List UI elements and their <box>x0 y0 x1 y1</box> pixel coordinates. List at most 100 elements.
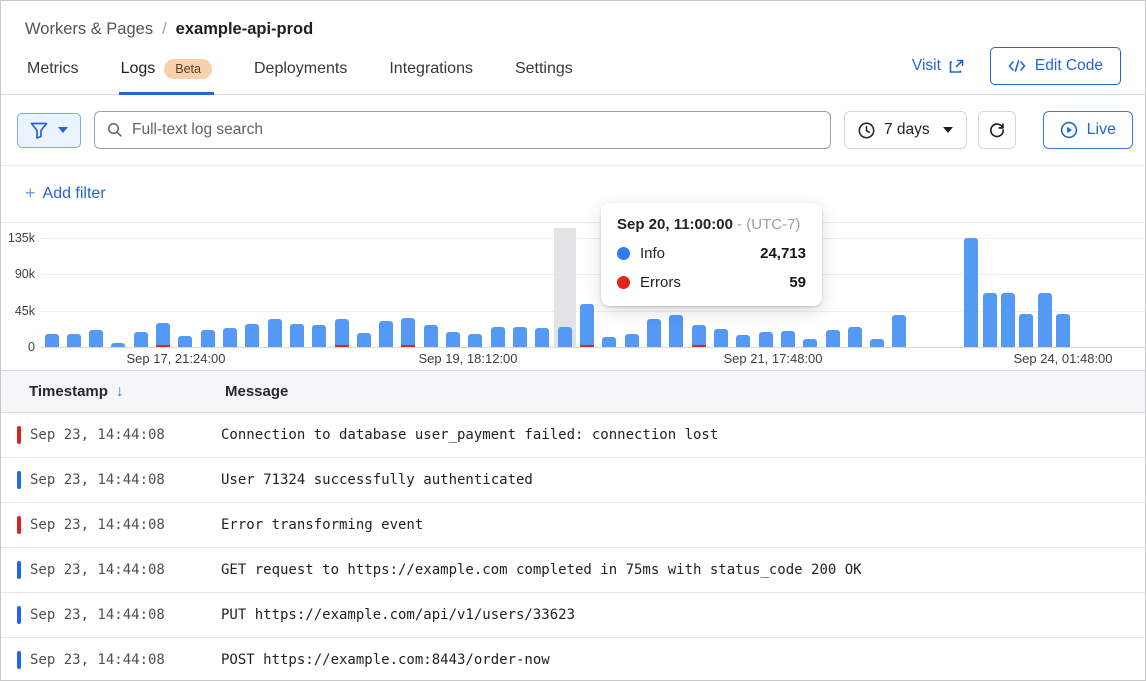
log-row[interactable]: Sep 23, 14:44:08 Error transforming even… <box>1 503 1145 548</box>
chart-bar[interactable] <box>156 323 170 347</box>
table-body: Sep 23, 14:44:08 Connection to database … <box>1 413 1145 681</box>
x-axis-tick: Sep 17, 21:24:00 <box>126 351 225 366</box>
chart-bar[interactable] <box>1001 293 1015 347</box>
tab-label: Settings <box>515 60 573 78</box>
chart-bar[interactable] <box>692 325 706 347</box>
log-message: GET request to https://example.com compl… <box>221 562 862 578</box>
chart-tooltip: Sep 20, 11:00:00 - (UTC-7) Info24,713Err… <box>601 203 822 306</box>
search-input[interactable] <box>132 121 818 139</box>
log-message: PUT https://example.com/api/v1/users/336… <box>221 607 575 623</box>
visit-link[interactable]: Visit <box>912 57 964 75</box>
log-table: Timestamp ↓ Message Sep 23, 14:44:08 Con… <box>1 370 1145 681</box>
log-timestamp: Sep 23, 14:44:08 <box>21 517 221 533</box>
chart-bar[interactable] <box>178 336 192 347</box>
clock-icon <box>858 122 875 139</box>
chart-bar[interactable] <box>602 337 616 347</box>
chart-bar[interactable] <box>134 332 148 347</box>
chart-bar[interactable] <box>964 238 978 347</box>
chart-bar[interactable] <box>111 343 125 347</box>
chart-bar[interactable] <box>1019 314 1033 347</box>
add-filter-row: + Add filter <box>1 166 1145 223</box>
live-button[interactable]: Live <box>1043 111 1133 149</box>
chart-bar[interactable] <box>424 325 438 347</box>
chart-bar[interactable] <box>558 327 572 347</box>
plus-icon: + <box>25 183 36 204</box>
chart-bar[interactable] <box>223 328 237 347</box>
add-filter-button[interactable]: + Add filter <box>25 183 106 204</box>
log-row[interactable]: Sep 23, 14:44:08 Connection to database … <box>1 413 1145 458</box>
edit-code-button[interactable]: Edit Code <box>990 47 1121 85</box>
search-icon <box>107 122 123 138</box>
tab-logs[interactable]: LogsBeta <box>119 45 214 95</box>
chart-bar[interactable] <box>468 334 482 347</box>
breadcrumb-current: example-api-prod <box>176 20 314 39</box>
chart-bar[interactable] <box>580 304 594 347</box>
tab-deployments[interactable]: Deployments <box>252 45 349 95</box>
log-message: User 71324 successfully authenticated <box>221 472 533 488</box>
chart-bar[interactable] <box>268 319 282 347</box>
chart-bar[interactable] <box>669 315 683 347</box>
log-row[interactable]: Sep 23, 14:44:08 POST https://example.co… <box>1 638 1145 681</box>
log-timestamp: Sep 23, 14:44:08 <box>21 652 221 668</box>
series-label: Errors <box>640 274 681 291</box>
tab-label: Logs <box>121 60 156 78</box>
chart-bar[interactable] <box>848 327 862 347</box>
chart-bar[interactable] <box>647 319 661 347</box>
log-row[interactable]: Sep 23, 14:44:08 PUT https://example.com… <box>1 593 1145 638</box>
chart-bar[interactable] <box>983 293 997 347</box>
chart-bar[interactable] <box>67 334 81 347</box>
breadcrumb-parent[interactable]: Workers & Pages <box>25 20 153 39</box>
chart-bar[interactable] <box>312 325 326 347</box>
page-header: Workers & Pages / example-api-prod <box>1 1 1145 39</box>
chart-bar[interactable] <box>714 329 728 347</box>
chart-bar[interactable] <box>357 333 371 347</box>
chart-bar[interactable] <box>803 339 817 347</box>
time-range-select[interactable]: 7 days <box>844 111 967 149</box>
column-header-timestamp[interactable]: Timestamp ↓ <box>1 383 225 401</box>
tab-settings[interactable]: Settings <box>513 45 575 95</box>
chart-bar[interactable] <box>1056 314 1070 347</box>
timestamp-header-label: Timestamp <box>29 383 108 400</box>
chart-bar[interactable] <box>446 332 460 347</box>
tab-metrics[interactable]: Metrics <box>25 45 81 95</box>
chart-bar[interactable] <box>535 328 549 347</box>
filter-funnel-icon <box>30 122 48 139</box>
error-segment <box>401 345 415 347</box>
chart-bar[interactable] <box>245 324 259 347</box>
chart-bar[interactable] <box>870 339 884 347</box>
chart-bar[interactable] <box>513 327 527 347</box>
chart-bar[interactable] <box>335 319 349 347</box>
tab-list: Metrics LogsBeta Deployments Integrations Se… <box>25 45 575 94</box>
sort-descending-icon[interactable]: ↓ <box>116 383 124 401</box>
series-value: 24,713 <box>760 245 806 262</box>
log-message: Connection to database user_payment fail… <box>221 427 718 443</box>
chart-bar[interactable] <box>45 334 59 347</box>
chart-bar[interactable] <box>491 327 505 347</box>
live-label: Live <box>1087 121 1116 139</box>
series-dot-icon <box>617 247 630 260</box>
chart-bar[interactable] <box>781 331 795 347</box>
filter-menu-button[interactable] <box>17 113 81 148</box>
chart-bar[interactable] <box>625 334 639 347</box>
log-timestamp: Sep 23, 14:44:08 <box>21 562 221 578</box>
time-range-value: 7 days <box>884 121 930 139</box>
log-row[interactable]: Sep 23, 14:44:08 GET request to https://… <box>1 548 1145 593</box>
chart-bar[interactable] <box>290 324 304 347</box>
chart-plot[interactable] <box>1 223 1145 370</box>
chart-bar[interactable] <box>89 330 103 347</box>
chart-bar[interactable] <box>759 332 773 347</box>
chart-bar[interactable] <box>401 318 415 347</box>
log-row[interactable]: Sep 23, 14:44:08 User 71324 successfully… <box>1 458 1145 503</box>
chart-bar[interactable] <box>826 330 840 347</box>
chart-bar[interactable] <box>1038 293 1052 347</box>
series-label: Info <box>640 245 665 262</box>
refresh-button[interactable] <box>978 111 1016 149</box>
chart-bar[interactable] <box>892 315 906 347</box>
chart-bar[interactable] <box>736 335 750 347</box>
error-segment <box>580 345 594 347</box>
chart-bar[interactable] <box>201 330 215 347</box>
tab-integrations[interactable]: Integrations <box>387 45 475 95</box>
chart-bar[interactable] <box>379 321 393 347</box>
log-message: POST https://example.com:8443/order-now <box>221 652 550 668</box>
chevron-down-icon <box>943 127 953 133</box>
